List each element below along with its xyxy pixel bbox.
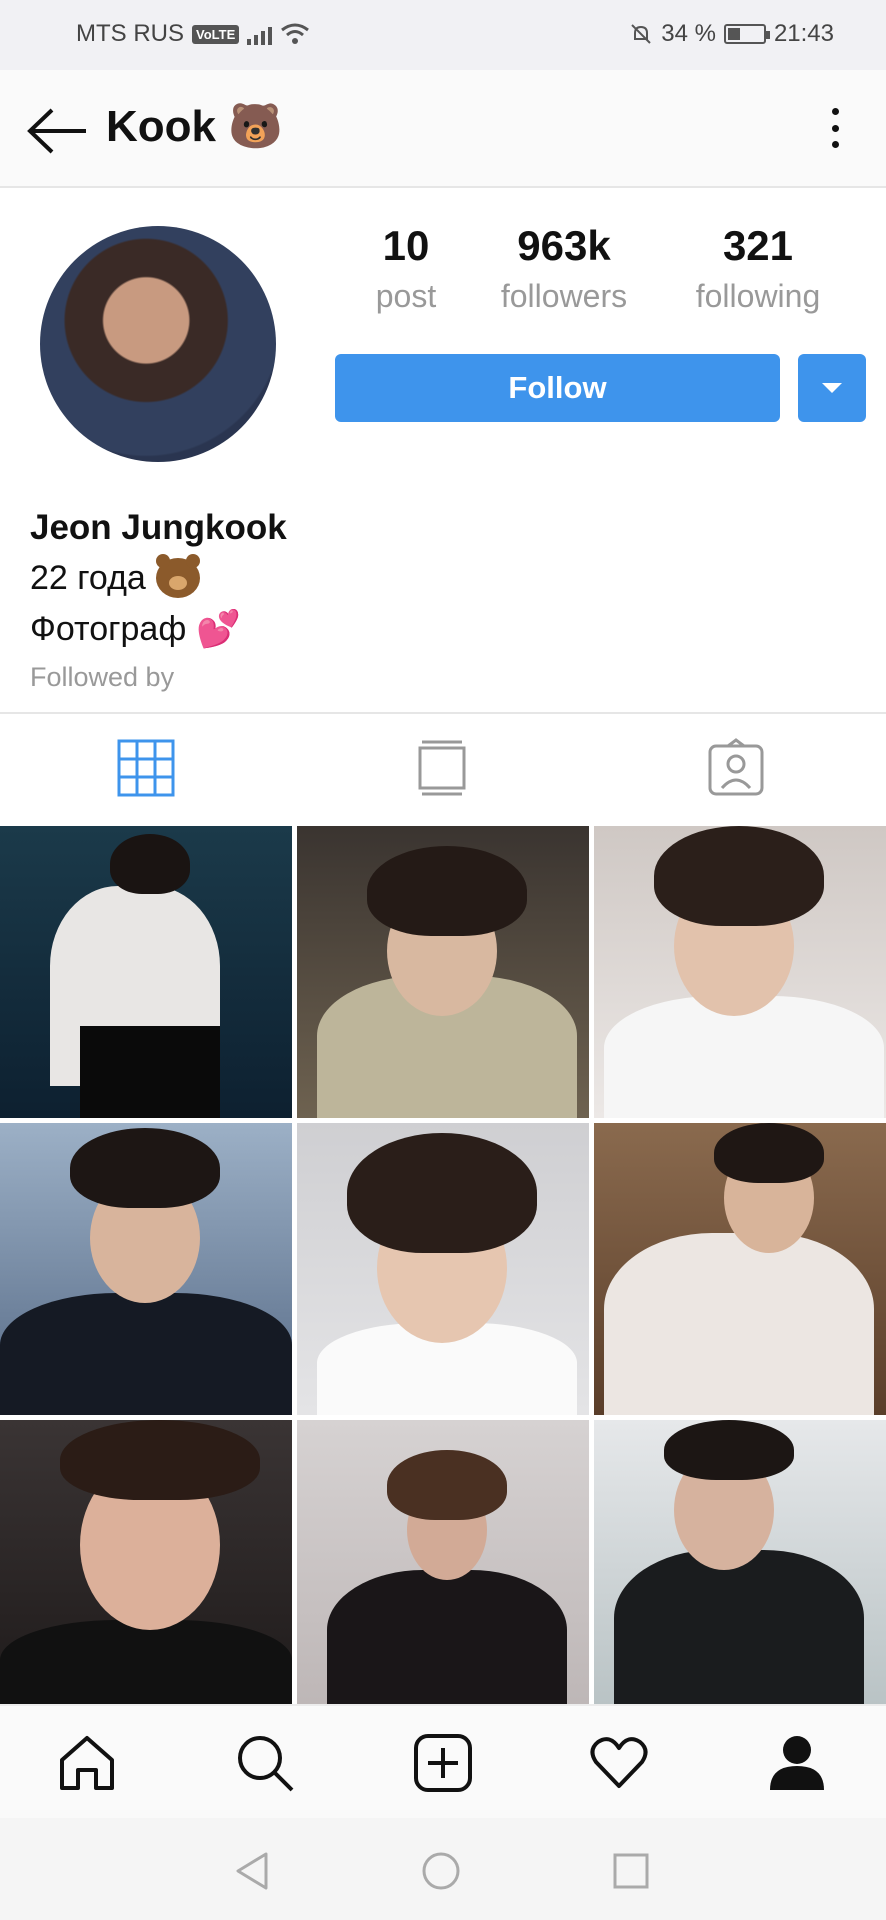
- post-thumbnail[interactable]: [594, 826, 886, 1118]
- tagged-user-icon: [708, 738, 764, 796]
- profile-header: Kook 🐻: [0, 70, 886, 188]
- nav-search[interactable]: [234, 1732, 296, 1794]
- profile-name: Jeon Jungkook: [30, 508, 287, 547]
- square-recents-icon: [613, 1853, 649, 1889]
- home-icon: [60, 1736, 114, 1790]
- add-post-icon: [414, 1734, 472, 1792]
- post-thumbnail[interactable]: [297, 1123, 589, 1415]
- more-vertical-icon: [831, 108, 839, 115]
- posts-stat[interactable]: 10 post: [316, 222, 496, 315]
- bottom-navigation: [0, 1704, 886, 1818]
- post-thumbnail[interactable]: [0, 1123, 292, 1415]
- nav-home[interactable]: [56, 1732, 118, 1794]
- triangle-back-icon: [236, 1852, 268, 1890]
- grid-icon: [117, 739, 175, 797]
- avatar[interactable]: [40, 226, 276, 462]
- tab-tagged[interactable]: [706, 738, 766, 798]
- following-count: 321: [722, 222, 794, 269]
- followers-label: followers: [500, 278, 628, 314]
- wifi-icon: [281, 23, 310, 44]
- volte-badge: VoLTE: [192, 24, 240, 44]
- page-title: Kook 🐻: [106, 102, 284, 151]
- circle-home-icon: [422, 1852, 460, 1890]
- post-thumbnail[interactable]: [0, 1420, 292, 1712]
- posts-label: post: [375, 278, 437, 314]
- following-stat[interactable]: 321 following: [668, 222, 848, 315]
- bear-emoji-icon: [155, 554, 200, 598]
- following-label: following: [695, 278, 821, 314]
- bio-section: Jeon Jungkook 22 года Фотограф 💕 Followe…: [30, 508, 287, 693]
- system-back-button[interactable]: [232, 1850, 274, 1892]
- bio-age-text: 22 года: [30, 558, 146, 597]
- post-thumbnail[interactable]: [594, 1123, 886, 1415]
- post-thumbnail[interactable]: [0, 826, 292, 1118]
- heart-icon: [590, 1737, 648, 1788]
- bell-muted-icon: [631, 24, 651, 44]
- post-thumbnail[interactable]: [297, 826, 589, 1118]
- followers-count: 963k: [517, 222, 611, 269]
- battery-percent: 34 %: [661, 20, 716, 47]
- nav-activity[interactable]: [588, 1732, 650, 1794]
- profile-icon: [770, 1736, 824, 1790]
- follow-button[interactable]: Follow: [335, 354, 780, 422]
- post-thumbnail[interactable]: [594, 1420, 886, 1712]
- suggested-dropdown-button[interactable]: [798, 354, 866, 422]
- status-bar: MTS RUS VoLTE 34 % 21:43: [0, 0, 886, 70]
- hearts-emoji-icon: 💕: [196, 608, 242, 649]
- tab-grid[interactable]: [116, 738, 176, 798]
- chevron-down-icon: [822, 383, 842, 393]
- bio-line-job: Фотограф 💕: [30, 608, 287, 650]
- search-icon: [238, 1736, 294, 1792]
- nav-profile[interactable]: [766, 1732, 828, 1794]
- posts-count: 10: [382, 222, 430, 269]
- followers-stat[interactable]: 963k followers: [474, 222, 654, 315]
- profile-tabs: [0, 712, 886, 826]
- signal-icon: [247, 23, 273, 45]
- tab-feed[interactable]: [412, 738, 472, 798]
- clock: 21:43: [773, 20, 834, 47]
- system-recents-button[interactable]: [610, 1850, 652, 1892]
- followed-by-text[interactable]: Followed by: [30, 662, 287, 693]
- back-button[interactable]: [26, 106, 90, 156]
- bio-line-age: 22 года: [30, 554, 287, 598]
- more-options-button[interactable]: [828, 108, 842, 148]
- carrier-label: MTS RUS: [76, 20, 184, 47]
- feed-icon: [418, 740, 466, 796]
- system-home-button[interactable]: [420, 1850, 462, 1892]
- arrow-left-icon: [27, 108, 86, 154]
- post-thumbnail[interactable]: [297, 1420, 589, 1712]
- battery-icon: [723, 24, 770, 44]
- system-navigation-bar: [0, 1818, 886, 1920]
- photo-grid: [0, 826, 886, 1712]
- bio-job-text: Фотограф: [30, 609, 187, 648]
- nav-new-post[interactable]: [412, 1732, 474, 1794]
